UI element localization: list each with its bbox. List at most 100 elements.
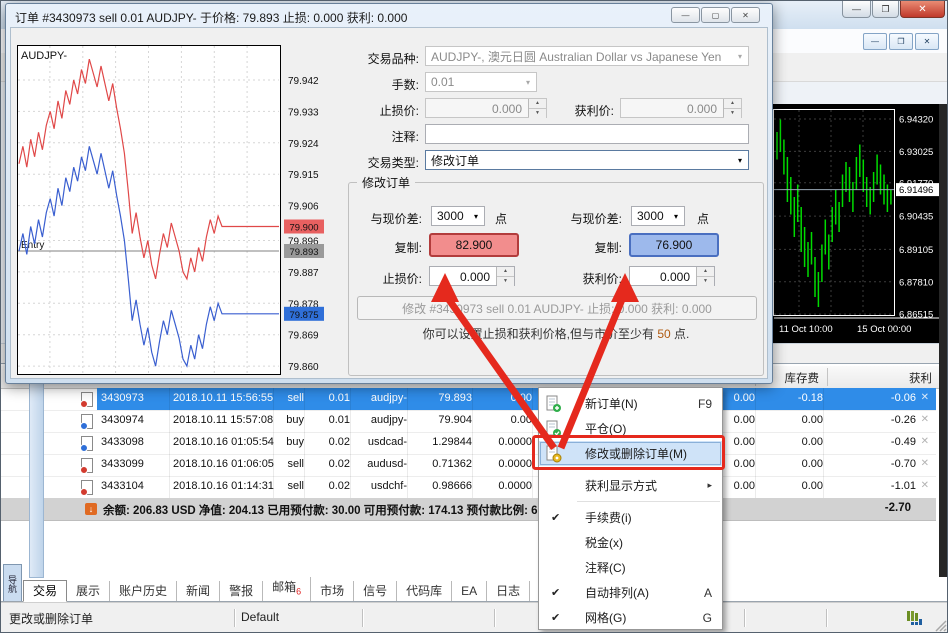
menu-item-网格(G)[interactable]: ✔网格(G)G bbox=[539, 605, 722, 630]
table-row[interactable]: 34330982018.10.16 01:05:54buy0.02usdcad-… bbox=[1, 432, 936, 455]
terminal-caption-grip[interactable] bbox=[29, 366, 44, 578]
dialog-caption-buttons: — ▢ ✕ bbox=[670, 7, 760, 23]
diff-select-sell[interactable]: 3000 ▾ bbox=[431, 206, 485, 226]
close-position-icon[interactable]: ✕ bbox=[921, 480, 929, 491]
svg-text:AUDJPY-: AUDJPY- bbox=[21, 50, 67, 62]
modify-order-button[interactable]: 修改 #3430973 sell 0.01 AUDJPY- 止损: 0.000 … bbox=[357, 296, 757, 320]
menu-item-label: 手续费(i) bbox=[585, 509, 632, 526]
trade-type-label: 交易类型: bbox=[347, 154, 419, 171]
cell-profit: -0.26 bbox=[891, 414, 916, 426]
modify-stoploss-label: 止损价: bbox=[349, 270, 422, 287]
cell-swap: 0.00 bbox=[802, 414, 823, 426]
cell-order: 3430974 bbox=[101, 414, 144, 426]
menu-separator bbox=[577, 501, 720, 502]
dialog-title: 订单 #3430973 sell 0.01 AUDJPY- 于价格: 79.89… bbox=[15, 9, 407, 26]
spinner-arrows-icon[interactable]: ▲▼ bbox=[723, 99, 741, 117]
tab-警报[interactable]: 警报 bbox=[220, 581, 263, 601]
tab-EA[interactable]: EA bbox=[452, 581, 487, 601]
cell-sl: 0.00 bbox=[511, 392, 532, 404]
table-row[interactable]: 34331042018.10.16 01:14:31sell0.02usdchf… bbox=[1, 476, 936, 499]
total-profit: -2.70 bbox=[885, 502, 911, 514]
menu-item-新订单(N)[interactable]: 新订单(N)F9 bbox=[539, 391, 722, 416]
cell-price: 0.71362 bbox=[432, 458, 472, 470]
chart-minimize-icon[interactable]: — bbox=[863, 33, 887, 50]
tab-邮箱[interactable]: 邮箱6 bbox=[263, 577, 311, 601]
lots-select[interactable]: 0.01 ▾ bbox=[425, 72, 537, 92]
menu-item-label: 税金(x) bbox=[585, 534, 623, 551]
spinner-arrows-icon[interactable]: ▲▼ bbox=[496, 267, 514, 285]
menu-item-获利显示方式[interactable]: 获利显示方式▸ bbox=[539, 473, 722, 498]
order-type-icon bbox=[81, 414, 93, 429]
tab-信号[interactable]: 信号 bbox=[354, 581, 397, 601]
modify-takeprofit-spinner[interactable]: 0.000 ▲▼ bbox=[629, 266, 715, 286]
modify-button-label: 修改 #3430973 sell 0.01 AUDJPY- 止损: 0.000 … bbox=[402, 300, 712, 317]
table-row[interactable]: 34330992018.10.16 01:06:05sell0.02audusd… bbox=[1, 454, 936, 477]
modify-stoploss-spinner[interactable]: 0.000 ▲▼ bbox=[429, 266, 515, 286]
comment-input[interactable] bbox=[425, 124, 749, 144]
svg-text:79.893: 79.893 bbox=[289, 247, 318, 258]
menu-item-税金(x)[interactable]: 税金(x) bbox=[539, 530, 722, 555]
mt4-application: — ❐ ✕ — ❐ ✕ ▾ 6.943206.930256.917706.904… bbox=[0, 0, 948, 633]
cell-type: sell bbox=[287, 458, 304, 470]
price-chart[interactable]: 6.943206.930256.917706.904356.891056.878… bbox=[769, 104, 939, 343]
window-close-icon[interactable]: ✕ bbox=[900, 1, 945, 18]
tab-账户历史[interactable]: 账户历史 bbox=[110, 581, 177, 601]
tab-市场[interactable]: 市场 bbox=[311, 581, 354, 601]
table-row[interactable]: 34309732018.10.11 15:56:55sell0.01audjpy… bbox=[1, 388, 936, 411]
stoploss-spinner[interactable]: 0.000 ▲▼ bbox=[425, 98, 547, 118]
copy-sell-price-button[interactable]: 82.900 bbox=[429, 233, 519, 257]
takeprofit-spinner[interactable]: 0.000 ▲▼ bbox=[620, 98, 742, 118]
cell-lots: 0.01 bbox=[329, 392, 350, 404]
table-row[interactable]: 34309742018.10.11 15:57:08buy0.01audjpy-… bbox=[1, 410, 936, 433]
copy-label-buy: 复制: bbox=[549, 239, 622, 256]
points-label: 点 bbox=[495, 210, 515, 227]
diff-label-buy: 与现价差: bbox=[549, 210, 622, 227]
mail-badge: 6 bbox=[296, 586, 301, 596]
cell-time: 2018.10.11 15:57:08 bbox=[173, 414, 273, 426]
copy-buy-price-button[interactable]: 76.900 bbox=[629, 233, 719, 257]
close-position-icon[interactable]: ✕ bbox=[921, 436, 929, 447]
close-position-icon[interactable]: ✕ bbox=[921, 414, 929, 425]
hint-prefix: 你可以设置止损和获利价格,但与市价至少有 bbox=[423, 327, 658, 341]
submenu-arrow-icon: ▸ bbox=[707, 480, 712, 491]
dialog-minimize-icon[interactable]: — bbox=[671, 7, 700, 23]
tab-代码库[interactable]: 代码库 bbox=[397, 581, 452, 601]
menu-item-平仓(O)[interactable]: 平仓(O) bbox=[539, 416, 722, 441]
svg-text:79.906: 79.906 bbox=[288, 202, 319, 213]
tab-交易[interactable]: 交易 bbox=[23, 580, 67, 602]
cell-type: sell bbox=[287, 480, 304, 492]
cell-symbol: audjpy- bbox=[371, 392, 407, 404]
diff-select-buy[interactable]: 3000 ▾ bbox=[631, 206, 685, 226]
status-profile[interactable]: Default bbox=[241, 610, 279, 624]
svg-text:79.924: 79.924 bbox=[288, 139, 319, 150]
svg-text:79.933: 79.933 bbox=[288, 107, 319, 118]
stoploss-value: 0.000 bbox=[426, 99, 528, 117]
cell-price: 1.29844 bbox=[432, 436, 472, 448]
dialog-close-icon[interactable]: ✕ bbox=[731, 7, 760, 23]
tab-展示[interactable]: 展示 bbox=[67, 581, 110, 601]
tab-新闻[interactable]: 新闻 bbox=[177, 581, 220, 601]
dialog-maximize-icon[interactable]: ▢ bbox=[701, 7, 730, 23]
close-position-icon[interactable]: ✕ bbox=[921, 392, 929, 403]
balance-text: 余额: 206.83 USD 净值: 204.13 已用预付款: 30.00 可… bbox=[103, 502, 550, 518]
spinner-arrows-icon[interactable]: ▲▼ bbox=[696, 267, 714, 285]
resize-grip[interactable] bbox=[933, 618, 947, 632]
svg-text:6.94320: 6.94320 bbox=[899, 115, 933, 126]
menu-item-注释(C)[interactable]: 注释(C) bbox=[539, 555, 722, 580]
window-maximize-icon[interactable]: ❐ bbox=[872, 1, 899, 18]
chart-restore-icon[interactable]: ❐ bbox=[889, 33, 913, 50]
menu-item-手续费(i)[interactable]: ✔ 手续费(i) bbox=[539, 505, 722, 530]
window-minimize-icon[interactable]: — bbox=[842, 1, 871, 18]
check-icon: ✔ bbox=[551, 511, 560, 524]
close-position-icon[interactable]: ✕ bbox=[921, 458, 929, 469]
menu-item-自动排列(A)[interactable]: ✔自动排列(A)A bbox=[539, 580, 722, 605]
column-header-swap[interactable]: 库存费 bbox=[785, 370, 820, 386]
cell-time: 2018.10.16 01:05:54 bbox=[173, 436, 274, 448]
symbol-select[interactable]: AUDJPY-, 澳元日圆 Australian Dollar vs Japan… bbox=[425, 46, 749, 66]
modify-stoploss-value: 0.000 bbox=[430, 267, 496, 285]
menu-item-修改或删除订单(M)[interactable]: 修改或删除订单(M) bbox=[539, 441, 722, 466]
trade-type-select[interactable]: 修改订单 ▾ bbox=[425, 150, 749, 170]
chart-close-icon[interactable]: ✕ bbox=[915, 33, 939, 50]
tab-日志[interactable]: 日志 bbox=[487, 581, 530, 601]
column-header-profit[interactable]: 获利 bbox=[909, 370, 932, 386]
